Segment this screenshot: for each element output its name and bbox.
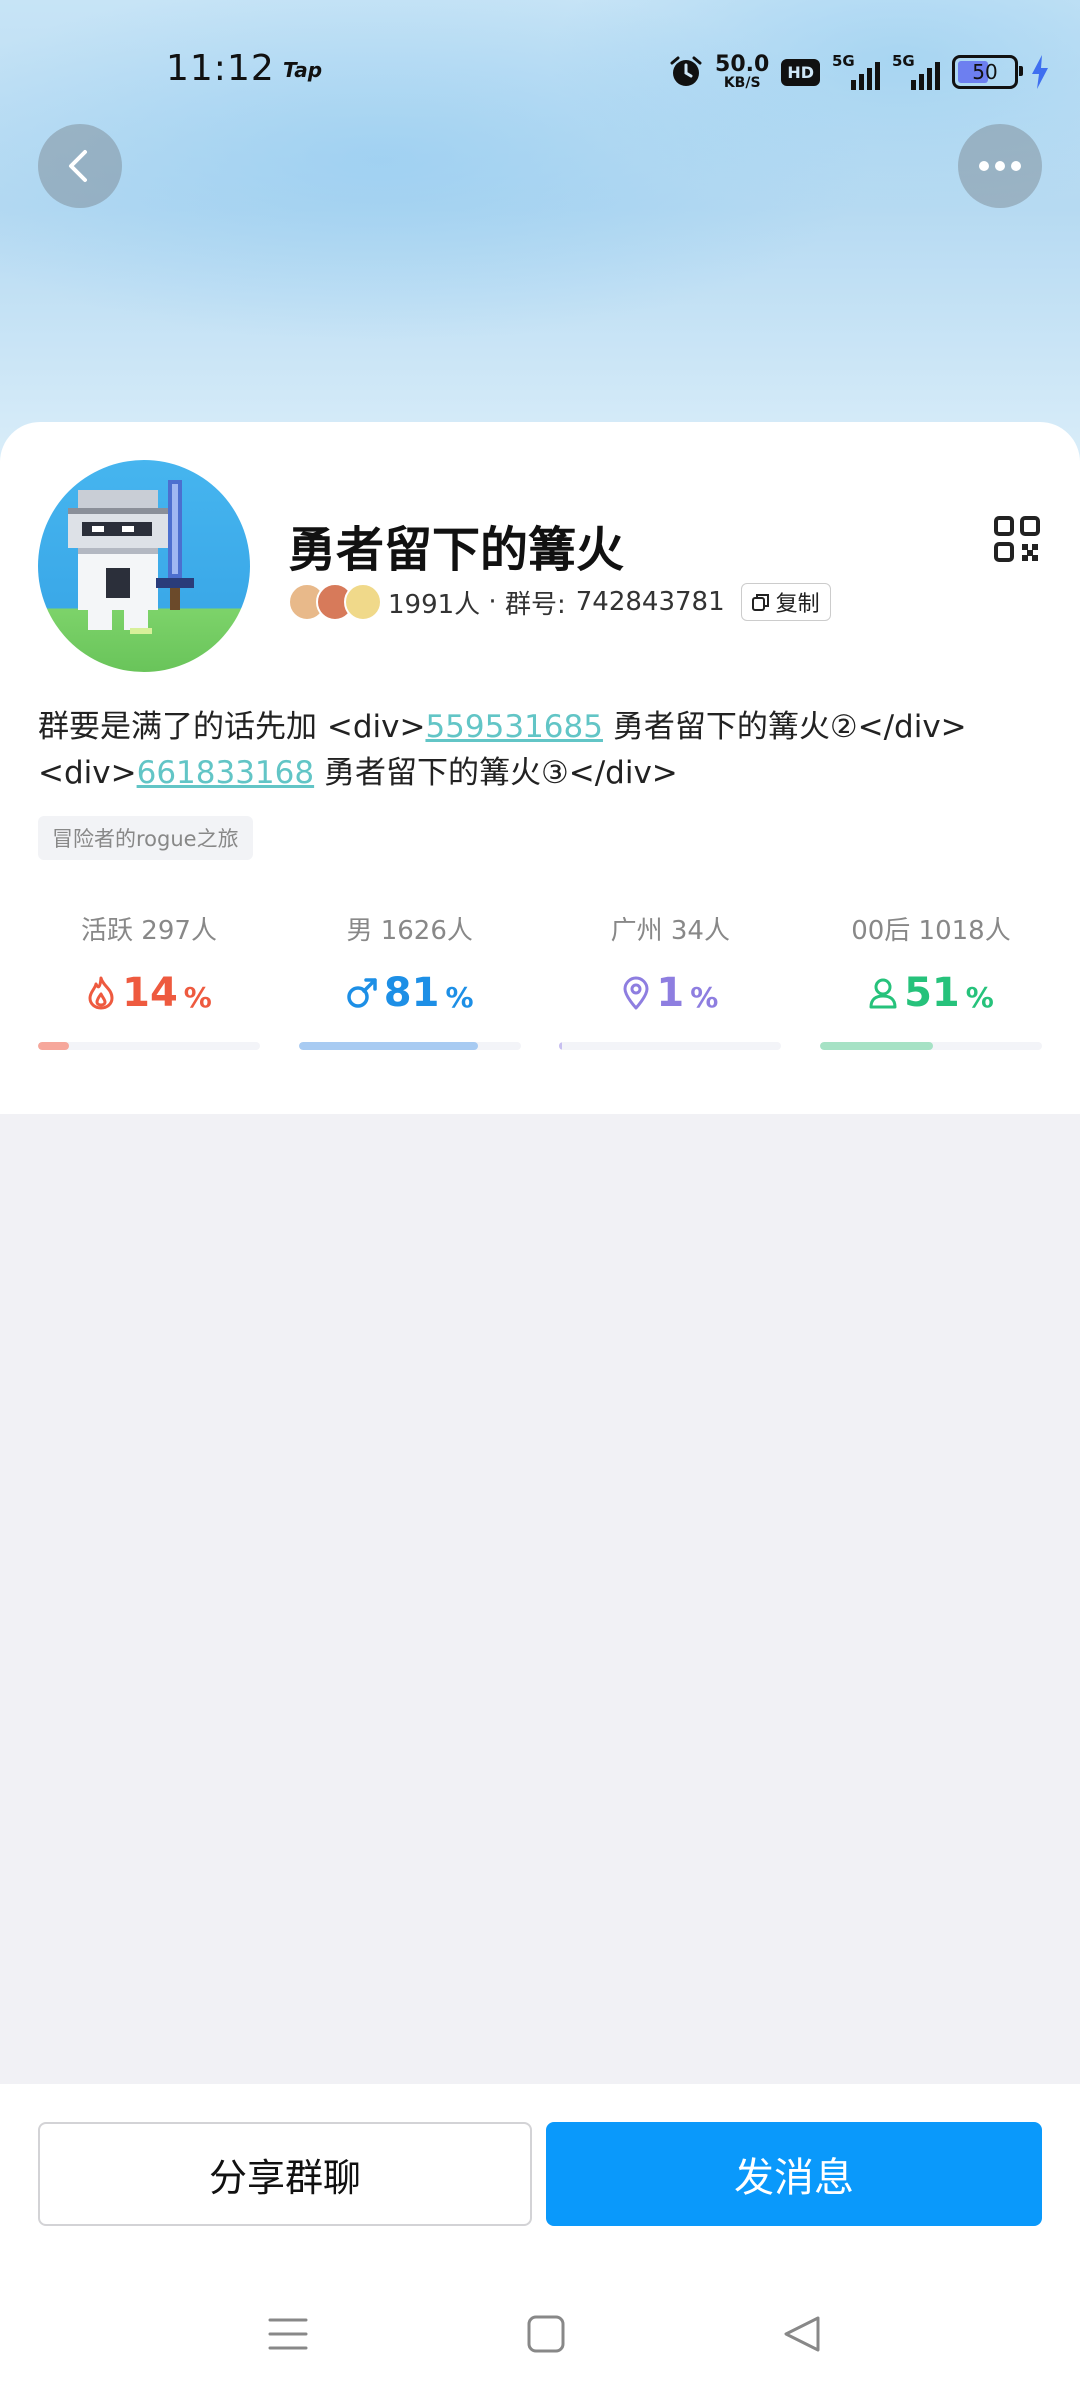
male-icon — [347, 978, 377, 1008]
member-avatar — [344, 583, 382, 621]
alarm-icon — [670, 56, 702, 86]
stat-progress-bar — [819, 1042, 1042, 1050]
group-tag[interactable]: 冒险者的rogue之旅 — [38, 816, 253, 860]
menu-icon[interactable] — [268, 2314, 308, 2354]
home-icon[interactable] — [526, 2314, 566, 2354]
more-button[interactable] — [958, 124, 1042, 208]
stat-label: 活跃 297人 — [81, 916, 217, 946]
copy-button[interactable]: 复制 — [740, 583, 831, 621]
share-group-button[interactable]: 分享群聊 — [38, 2122, 532, 2226]
stat-progress-bar — [559, 1042, 782, 1050]
app-badge: Tap — [283, 58, 323, 82]
stat-age[interactable]: 00后 1018人 51 % — [819, 910, 1042, 1050]
stat-value: 14 — [122, 970, 178, 1016]
group-meta: 1991人 · 群号: 742843781 复制 — [288, 580, 831, 624]
stat-value: 81 — [383, 970, 440, 1016]
stat-unit: % — [965, 981, 994, 1014]
copy-label: 复制 — [775, 592, 820, 617]
send-message-button[interactable]: 发消息 — [546, 2122, 1042, 2226]
group-stats: 活跃 297人 14 % 男 1626人 81 % 广州 34人 1 % 00后… — [38, 910, 1042, 1050]
back-triangle-icon[interactable] — [782, 2314, 822, 2354]
group-avatar[interactable] — [38, 460, 250, 672]
copy-icon — [751, 594, 769, 611]
stat-label: 00后 1018人 — [851, 916, 1011, 946]
group-link-1[interactable]: 559531685 — [425, 709, 603, 745]
hd-badge: HD — [781, 58, 820, 86]
member-count: 1991人 — [388, 589, 481, 620]
group-id-label: 群号: — [504, 589, 566, 620]
group-id-value: 742843781 — [575, 587, 725, 617]
location-pin-icon — [623, 976, 649, 1010]
stat-location[interactable]: 广州 34人 1 % — [559, 910, 782, 1050]
chevron-left-icon — [69, 150, 87, 182]
stat-value: 51 — [904, 970, 960, 1016]
signal-icon: 5G — [892, 52, 940, 92]
desc-text: 勇者留下的篝火③</div> — [314, 755, 678, 791]
flame-icon — [88, 976, 114, 1010]
signal-icon: 5G — [832, 52, 880, 92]
stat-label: 广州 34人 — [610, 916, 730, 946]
stat-unit: % — [690, 981, 719, 1014]
group-name: 勇者留下的篝火 — [288, 522, 625, 578]
system-nav-bar — [0, 2300, 1080, 2370]
stat-value: 1 — [656, 970, 685, 1016]
stat-unit: % — [183, 981, 212, 1014]
person-icon — [869, 978, 897, 1009]
meta-separator: · — [480, 587, 505, 617]
charging-icon — [1032, 55, 1048, 89]
stat-progress-bar — [38, 1042, 260, 1050]
battery-icon: 50 — [952, 55, 1023, 89]
back-button[interactable] — [38, 124, 122, 208]
status-time: 11:12 — [166, 48, 275, 89]
status-bar: 11:12 Tap 50.0 KB/S HD 5G 5G 50 — [0, 0, 1080, 140]
stat-active[interactable]: 活跃 297人 14 % — [38, 910, 260, 1050]
stat-label: 男 1626人 — [346, 916, 473, 946]
qr-code-icon[interactable] — [994, 516, 1040, 562]
more-dots-icon — [979, 161, 1021, 171]
member-avatars[interactable] — [288, 583, 382, 621]
desc-text: 群要是满了的话先加 <div> — [38, 709, 426, 745]
knight-avatar-image — [68, 480, 194, 634]
stat-unit: % — [445, 981, 474, 1014]
stat-male[interactable]: 男 1626人 81 % — [298, 910, 521, 1050]
network-speed: 50.0 KB/S — [715, 52, 770, 91]
stat-progress-bar — [298, 1042, 521, 1050]
group-description: 群要是满了的话先加 <div>559531685 勇者留下的篝火②</div><… — [38, 704, 1048, 796]
group-link-2[interactable]: 661833168 — [137, 755, 315, 791]
